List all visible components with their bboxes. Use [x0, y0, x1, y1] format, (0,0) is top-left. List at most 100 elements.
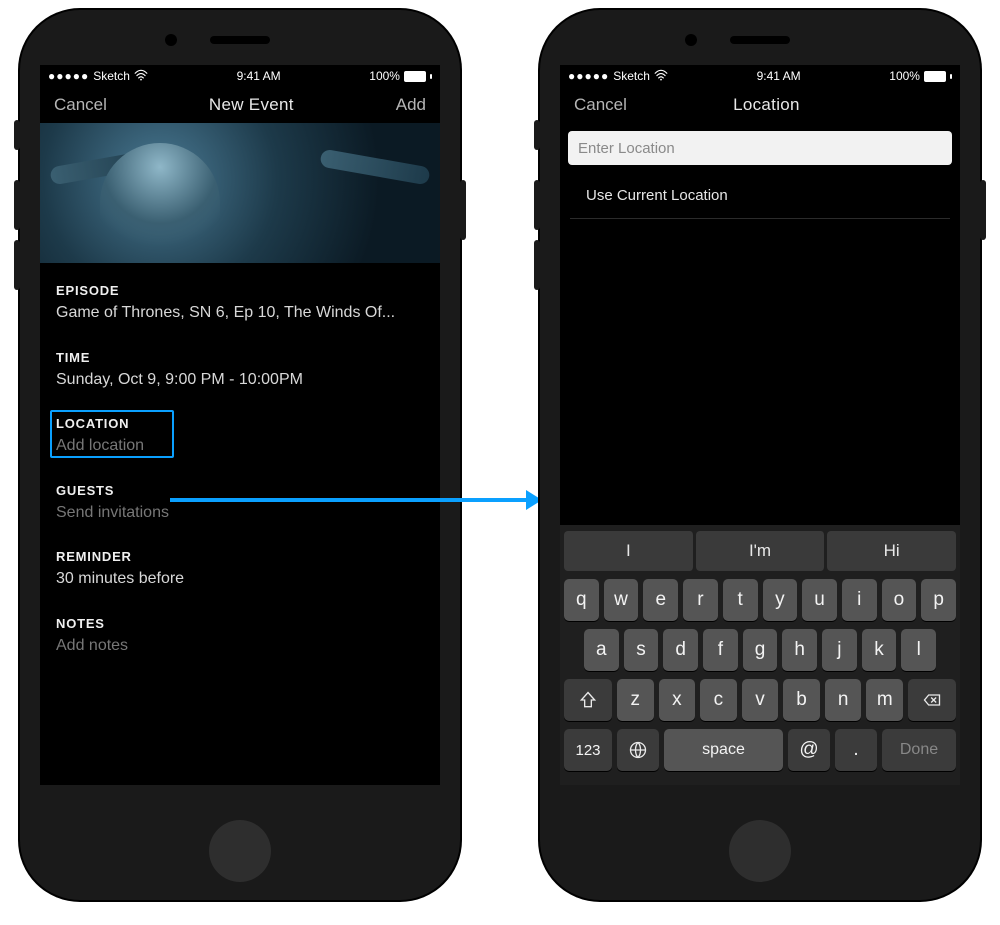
location-section[interactable]: LOCATION Add location [56, 416, 424, 457]
key-y[interactable]: y [763, 579, 798, 621]
key-e[interactable]: e [643, 579, 678, 621]
notes-section[interactable]: NOTES Add notes [56, 616, 424, 657]
episode-section[interactable]: EPISODE Game of Thrones, SN 6, Ep 10, Th… [56, 283, 424, 324]
hw-power-button [460, 180, 466, 240]
hw-mute-switch [534, 120, 540, 150]
location-input-wrap [560, 123, 960, 173]
key-p[interactable]: p [921, 579, 956, 621]
globe-key[interactable] [617, 729, 659, 771]
carrier-label: Sketch [93, 69, 130, 83]
wifi-icon [654, 69, 668, 84]
key-row-3: z x c v b n m [564, 679, 956, 721]
phone-mockup-right: ●●●●● Sketch 9:41 AM 100% Cancel Locatio… [540, 10, 980, 900]
ios-keyboard: I I'm Hi q w e r t y u i o p a s d f [560, 525, 960, 785]
suggestion[interactable]: I [564, 531, 694, 571]
key-r[interactable]: r [683, 579, 718, 621]
hw-volume-down [534, 240, 540, 290]
key-n[interactable]: n [825, 679, 862, 721]
time-label: TIME [56, 350, 424, 365]
done-key[interactable]: Done [882, 729, 956, 771]
reminder-section[interactable]: REMINDER 30 minutes before [56, 549, 424, 590]
key-s[interactable]: s [624, 629, 659, 671]
battery-icon [924, 71, 946, 82]
hw-volume-up [14, 180, 20, 230]
key-z[interactable]: z [617, 679, 654, 721]
key-i[interactable]: i [842, 579, 877, 621]
reminder-value: 30 minutes before [56, 568, 424, 590]
nav-bar: Cancel Location [560, 87, 960, 123]
time-value: Sunday, Oct 9, 9:00 PM - 10:00PM [56, 369, 424, 391]
hw-mute-switch [14, 120, 20, 150]
status-time: 9:41 AM [757, 69, 801, 83]
key-h[interactable]: h [782, 629, 817, 671]
dot-key[interactable]: . [835, 729, 877, 771]
signal-dots-icon: ●●●●● [48, 69, 89, 83]
key-q[interactable]: q [564, 579, 599, 621]
event-form: EPISODE Game of Thrones, SN 6, Ep 10, Th… [40, 263, 440, 693]
key-b[interactable]: b [783, 679, 820, 721]
at-key[interactable]: @ [788, 729, 830, 771]
episode-value: Game of Thrones, SN 6, Ep 10, The Winds … [56, 302, 424, 324]
status-time: 9:41 AM [237, 69, 281, 83]
cancel-button[interactable]: Cancel [54, 95, 107, 115]
use-current-location-button[interactable]: Use Current Location [570, 173, 950, 219]
signal-dots-icon: ●●●●● [568, 69, 609, 83]
key-v[interactable]: v [742, 679, 779, 721]
guests-label: GUESTS [56, 483, 424, 498]
phone-mockup-left: ●●●●● Sketch 9:41 AM 100% Cancel New Eve… [20, 10, 460, 900]
suggestion[interactable]: I'm [696, 531, 826, 571]
carrier-label: Sketch [613, 69, 650, 83]
hw-power-button [980, 180, 986, 240]
location-label: LOCATION [56, 416, 424, 431]
hw-speaker [210, 36, 270, 44]
notes-label: NOTES [56, 616, 424, 631]
wifi-icon [134, 69, 148, 84]
numbers-key[interactable]: 123 [564, 729, 612, 771]
key-t[interactable]: t [723, 579, 758, 621]
hw-volume-down [14, 240, 20, 290]
key-f[interactable]: f [703, 629, 738, 671]
key-a[interactable]: a [584, 629, 619, 671]
key-g[interactable]: g [743, 629, 778, 671]
battery-icon [404, 71, 426, 82]
event-hero-image [40, 123, 440, 263]
status-bar: ●●●●● Sketch 9:41 AM 100% [560, 65, 960, 87]
guests-section[interactable]: GUESTS Send invitations [56, 483, 424, 524]
key-row-1: q w e r t y u i o p [564, 579, 956, 621]
backspace-key[interactable] [908, 679, 956, 721]
location-placeholder: Add location [56, 435, 424, 457]
episode-label: EPISODE [56, 283, 424, 298]
key-o[interactable]: o [882, 579, 917, 621]
key-k[interactable]: k [862, 629, 897, 671]
cancel-button[interactable]: Cancel [574, 95, 627, 115]
battery-percent: 100% [369, 69, 400, 83]
nav-bar: Cancel New Event Add [40, 87, 440, 123]
flow-arrow-icon [170, 498, 540, 502]
page-title: New Event [209, 95, 294, 115]
add-button[interactable]: Add [396, 95, 426, 115]
status-bar: ●●●●● Sketch 9:41 AM 100% [40, 65, 440, 87]
key-row-2: a s d f g h j k l [564, 629, 956, 671]
hw-home-button [209, 820, 271, 882]
key-x[interactable]: x [659, 679, 696, 721]
hw-camera [685, 34, 697, 46]
suggestion[interactable]: Hi [827, 531, 956, 571]
page-title: Location [733, 95, 800, 115]
screen-new-event: ●●●●● Sketch 9:41 AM 100% Cancel New Eve… [40, 65, 440, 785]
notes-placeholder: Add notes [56, 635, 424, 657]
space-key[interactable]: space [664, 729, 783, 771]
key-m[interactable]: m [866, 679, 903, 721]
hw-volume-up [534, 180, 540, 230]
shift-key[interactable] [564, 679, 612, 721]
key-u[interactable]: u [802, 579, 837, 621]
location-input[interactable] [568, 131, 952, 165]
key-w[interactable]: w [604, 579, 639, 621]
key-j[interactable]: j [822, 629, 857, 671]
key-c[interactable]: c [700, 679, 737, 721]
suggestion-bar: I I'm Hi [564, 531, 956, 571]
screen-location: ●●●●● Sketch 9:41 AM 100% Cancel Locatio… [560, 65, 960, 785]
time-section[interactable]: TIME Sunday, Oct 9, 9:00 PM - 10:00PM [56, 350, 424, 391]
guests-placeholder: Send invitations [56, 502, 424, 524]
key-l[interactable]: l [901, 629, 936, 671]
key-d[interactable]: d [663, 629, 698, 671]
